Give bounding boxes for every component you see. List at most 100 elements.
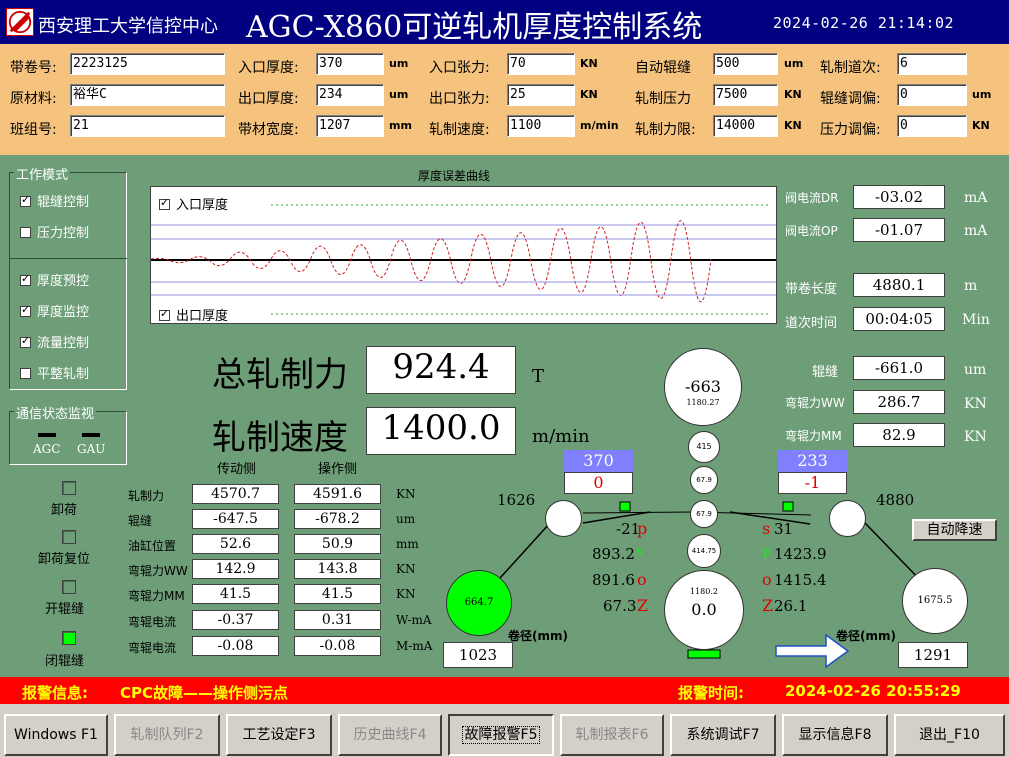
- rolling-pressure-field[interactable]: 7500: [713, 84, 778, 106]
- system-title: AGC-X860可逆轧机厚度控制系统: [246, 10, 703, 45]
- param-unit: mm: [389, 119, 412, 132]
- right-o-key: o: [762, 570, 772, 589]
- comm-status-title: 通信状态监视: [14, 403, 97, 422]
- right-s-key: s: [762, 519, 771, 538]
- table-row-label: 油缸位置: [128, 539, 177, 553]
- total-force-label: 总轧制力: [212, 355, 348, 395]
- fkey-button-1[interactable]: Windows F1: [4, 714, 108, 756]
- thickness-error-chart: 入口厚度 出口厚度: [150, 186, 777, 324]
- close-gap-label[interactable]: 闭辊缝: [45, 650, 84, 669]
- material-field[interactable]: 裕华C: [70, 84, 225, 106]
- open-gap-led-icon: [62, 580, 76, 594]
- valve-op-value: -01.07: [853, 218, 945, 242]
- table-row-unit: KN: [396, 562, 416, 576]
- left-length: 1626: [497, 491, 536, 509]
- operator-side-value: 143.8: [294, 559, 381, 579]
- right-s-value: 31: [774, 520, 794, 538]
- pass-number-field[interactable]: 6: [897, 53, 967, 75]
- fkey-button-3[interactable]: 工艺设定F3: [226, 714, 332, 756]
- shift-field[interactable]: 21: [70, 115, 225, 137]
- coil-number-field[interactable]: 2223125: [70, 53, 225, 75]
- right-p-value: 1423.9: [774, 545, 827, 563]
- fkey-button-8[interactable]: 显示信息F8: [782, 714, 888, 756]
- exit-thickness-set: 233: [778, 450, 847, 472]
- left-coil-icon: 664.7: [446, 570, 512, 636]
- fkey-button-4[interactable]: 历史曲线F4: [338, 714, 442, 756]
- mode-thickness-preset-checkbox[interactable]: 厚度预控: [20, 270, 89, 289]
- open-gap-label[interactable]: 开辊缝: [45, 598, 84, 617]
- drive-side-value: 41.5: [192, 584, 279, 604]
- mode-pressure-control-checkbox[interactable]: 压力控制: [20, 222, 89, 241]
- param-label: 出口张力:: [429, 91, 490, 107]
- operator-side-value: 4591.6: [294, 484, 381, 504]
- fkey-button-9[interactable]: 退出_F10: [894, 714, 1005, 756]
- unload-reset-label[interactable]: 卸荷复位: [38, 548, 90, 567]
- checkbox-icon: [20, 303, 31, 317]
- param-label: 轧制速度:: [429, 122, 490, 138]
- param-label: 出口厚度:: [238, 91, 299, 107]
- table-row-unit: M-mA: [396, 639, 433, 653]
- drive-side-value: 142.9: [192, 559, 279, 579]
- param-label: 入口厚度:: [238, 60, 299, 76]
- mode-thickness-monitor-checkbox[interactable]: 厚度监控: [20, 301, 89, 320]
- pass-time-value: 00:04:05: [853, 307, 945, 331]
- right-z-value: 26.1: [774, 597, 808, 615]
- valve-dr-label: 阀电流DR: [785, 191, 839, 205]
- fkey-label: 轧制队列F2: [130, 727, 204, 743]
- entry-thickness-field[interactable]: 370: [316, 53, 384, 75]
- right-diameter-value: 1291: [898, 642, 968, 668]
- pass-time-label: 道次时间: [785, 316, 838, 331]
- checkbox-icon: [20, 227, 31, 238]
- exit-thickness-field[interactable]: 234: [316, 84, 384, 106]
- pressure-tilt-field[interactable]: 0: [897, 115, 967, 137]
- fkey-label: Windows F1: [14, 727, 98, 743]
- param-label: 入口张力:: [429, 60, 490, 76]
- parameter-panel: 带卷号: 2223125 入口厚度: 370 um 入口张力: 70 KN 自动…: [0, 44, 1009, 155]
- mode-label: 流量控制: [37, 336, 90, 351]
- fkey-button-7[interactable]: 系统调试F7: [670, 714, 776, 756]
- strip-width-field[interactable]: 1207: [316, 115, 384, 137]
- alarm-time: 2024-02-26 20:55:29: [785, 682, 961, 700]
- valve-dr-unit: mA: [964, 190, 988, 206]
- chart-plot: [151, 204, 776, 315]
- table-row-unit: mm: [396, 537, 419, 551]
- drive-side-value: -0.08: [192, 636, 279, 656]
- mode-gap-control-checkbox[interactable]: 辊缝控制: [20, 191, 89, 210]
- fkey-button-2[interactable]: 轧制队列F2: [114, 714, 220, 756]
- mode-skin-pass-checkbox[interactable]: 平整轧制: [20, 363, 89, 382]
- fkey-button-6[interactable]: 轧制报表F6: [560, 714, 664, 756]
- entry-thickness-deviation: 0: [564, 472, 633, 494]
- right-deflector-roll-icon: [829, 500, 866, 537]
- function-key-bar: Windows F1 轧制队列F2 工艺设定F3 历史曲线F4 故障报警F5 轧制报表F6…: [0, 704, 1009, 757]
- fkey-button-5[interactable]: 故障报警F5: [448, 714, 554, 756]
- table-row-label: 弯辊力WW: [128, 564, 188, 578]
- right-coil-icon: 1675.5: [902, 568, 968, 634]
- param-label: 带材宽度:: [238, 122, 299, 138]
- operator-side-value: 50.9: [294, 534, 381, 554]
- param-label: 辊缝调偏:: [820, 91, 881, 107]
- param-label: 自动辊缝: [635, 60, 691, 76]
- operator-side-header: 操作侧: [318, 462, 358, 477]
- table-row-label: 弯辊电流: [128, 615, 177, 629]
- left-s-value: 893.2: [592, 545, 635, 563]
- auto-gap-field[interactable]: 500: [713, 53, 778, 75]
- exit-thickness-deviation: -1: [778, 472, 847, 494]
- entry-tension-field[interactable]: 70: [507, 53, 575, 75]
- checkbox-icon: [20, 193, 31, 207]
- table-row-label: 辊缝: [128, 514, 153, 528]
- param-label: 带卷号:: [10, 60, 57, 76]
- left-p-key: p: [637, 519, 648, 538]
- left-o-key: o: [637, 570, 647, 589]
- auto-decel-button[interactable]: 自动降速: [912, 519, 997, 541]
- unload-label[interactable]: 卸荷: [51, 499, 77, 518]
- fkey-label: 退出_F10: [919, 727, 980, 743]
- param-label: 轧制道次:: [820, 60, 881, 76]
- operator-side-value: -678.2: [294, 509, 381, 529]
- exit-tension-field[interactable]: 25: [507, 84, 575, 106]
- left-z-key: Z: [637, 596, 649, 615]
- force-limit-field[interactable]: 14000: [713, 115, 778, 137]
- gap-tilt-field[interactable]: 0: [897, 84, 967, 106]
- rolling-speed-field[interactable]: 1100: [507, 115, 575, 137]
- unload-reset-led-icon: [62, 530, 76, 544]
- mode-flow-control-checkbox[interactable]: 流量控制: [20, 332, 89, 351]
